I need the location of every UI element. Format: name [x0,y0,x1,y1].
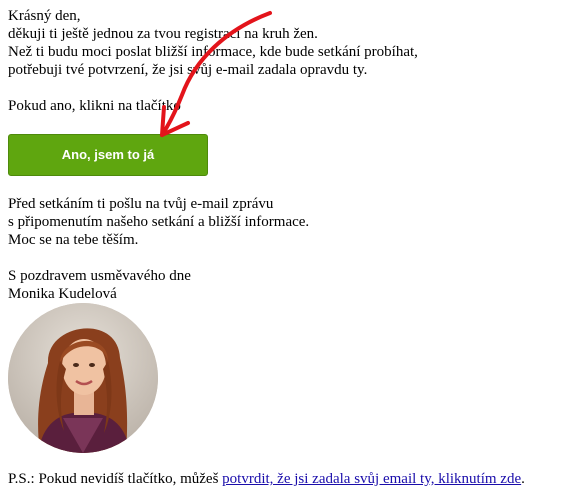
signature-name: Monika Kudelová [8,286,117,302]
followup-line: s připomenutím našeho setkání a bližší i… [8,214,310,230]
greeting-line: děkuji ti ještě jednou za tvou registrac… [8,26,318,42]
followup-paragraph: Před setkáním ti pošlu na tvůj e-mail zp… [8,195,309,249]
portrait-image [8,303,158,453]
signature-closing: S pozdravem usměvavého dne [8,268,191,284]
followup-line: Moc se na tebe těším. [8,232,139,248]
prompt-text: Pokud ano, klikni na tlačítko [8,98,181,114]
ps-suffix: . [521,471,525,487]
ps-prefix: P.S.: Pokud nevidíš tlačítko, můžeš [8,471,223,487]
greeting-line: Než ti budu moci poslat bližší informace… [8,44,418,60]
greeting-line: Krásný den, [8,8,81,24]
signature: S pozdravem usměvavého dne Monika Kudelo… [8,267,191,303]
ps-paragraph: P.S.: Pokud nevidíš tlačítko, můžeš potv… [8,470,525,488]
greeting-line: potřebuji tvé potvrzení, že jsi svůj e-m… [8,62,368,78]
greeting-paragraph: Krásný den, děkuji ti ještě jednou za tv… [8,7,418,79]
author-photo [8,303,158,453]
followup-line: Před setkáním ti pošlu na tvůj e-mail zp… [8,196,274,212]
prompt-paragraph: Pokud ano, klikni na tlačítko [8,97,181,115]
confirm-button[interactable]: Ano, jsem to já [8,134,208,176]
confirm-link[interactable]: potvrdit, že jsi zadala svůj email ty, k… [222,471,521,487]
